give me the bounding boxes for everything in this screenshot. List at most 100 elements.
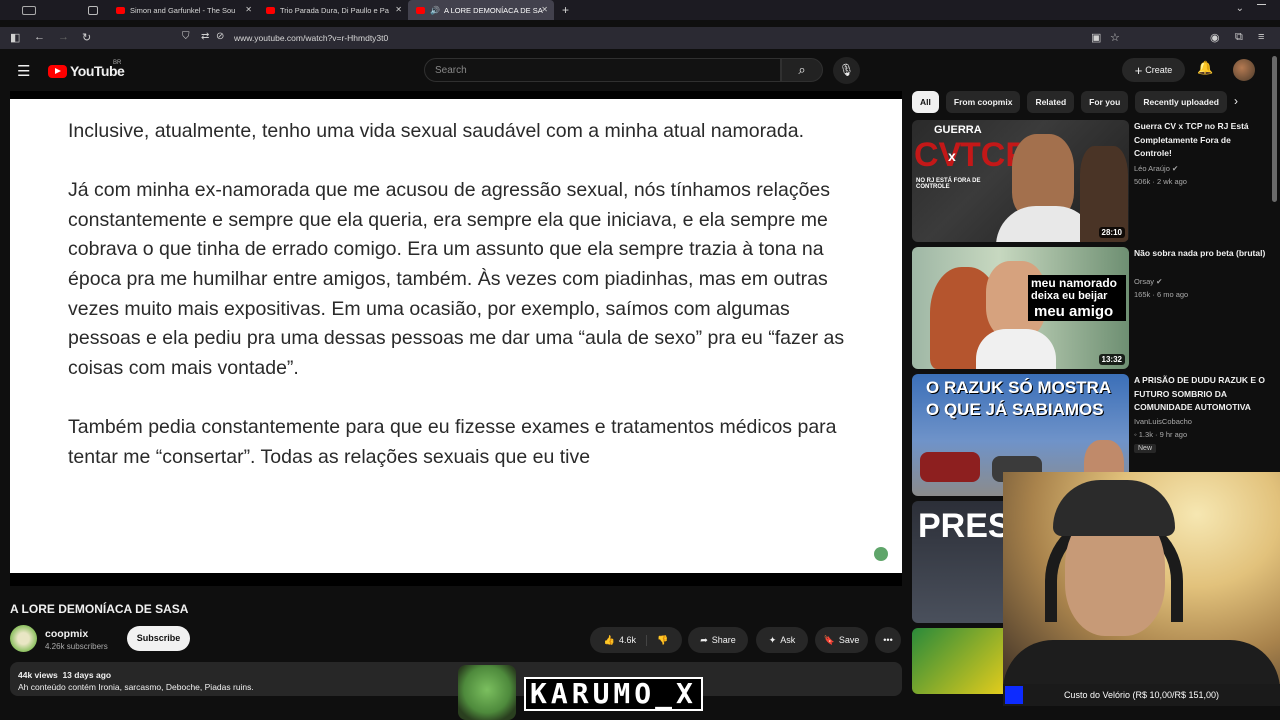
- plus-icon: +: [1134, 62, 1143, 78]
- upload-date: 13 days ago: [62, 670, 112, 680]
- share-button[interactable]: ➦ Share: [688, 627, 748, 653]
- create-button[interactable]: + Create: [1122, 58, 1185, 82]
- page-scrollbar[interactable]: [1272, 56, 1277, 202]
- recommended-channel[interactable]: Léo Araújo ✔: [1134, 164, 1178, 173]
- chevron-right-icon[interactable]: ›: [1234, 94, 1238, 108]
- save-label: Save: [838, 635, 860, 645]
- close-tab-icon[interactable]: ✕: [245, 5, 252, 14]
- duration-badge: 28:10: [1098, 227, 1125, 238]
- dislike-button[interactable]: 👎: [651, 635, 668, 646]
- sidebar-icon[interactable]: ◧: [10, 31, 20, 44]
- sparkle-icon: ✦: [768, 634, 777, 645]
- webcam-overlay: [1003, 472, 1280, 684]
- donation-progress-fill: [1005, 686, 1023, 704]
- thumbnail-shirt: [976, 329, 1056, 369]
- menu-icon[interactable]: ≡: [1258, 31, 1264, 43]
- verified-icon: ✔: [1156, 277, 1163, 286]
- chip-recently-uploaded[interactable]: Recently uploaded: [1135, 91, 1227, 113]
- url-bar[interactable]: www.youtube.com/watch?v=r-Hhmdty3t0: [234, 29, 1034, 47]
- bookmark-icon: 🔖: [823, 634, 835, 645]
- tracking-shield-icon[interactable]: ⛉: [182, 31, 190, 42]
- ask-label: Ask: [780, 635, 796, 645]
- banner-name: KARUMO_X: [524, 677, 703, 711]
- speaker-icon[interactable]: 🔊: [430, 6, 440, 15]
- thumbnail-text: O RAZUK SÓ MOSTRA: [926, 378, 1112, 397]
- chip-all[interactable]: All: [912, 91, 939, 113]
- url-text: www.youtube.com/watch?v=r-Hhmdty3t0: [234, 33, 389, 43]
- extensions-icon[interactable]: ⧉: [1235, 31, 1243, 44]
- recommended-channel[interactable]: IvanLuisCobacho: [1134, 417, 1192, 426]
- tab-simon-garfunkel[interactable]: Simon and Garfunkel - The Sou ✕: [108, 0, 258, 20]
- close-tab-icon[interactable]: ✕: [541, 5, 548, 14]
- ask-button[interactable]: ✦ Ask: [756, 627, 808, 653]
- minimize-icon[interactable]: [1257, 4, 1266, 5]
- chip-from-coopmix[interactable]: From coopmix: [945, 91, 1021, 113]
- hamburger-menu-icon[interactable]: ☰: [17, 62, 30, 80]
- voice-search-button[interactable]: 🎙: [833, 57, 860, 84]
- video-player[interactable]: Inclusive, atualmente, tenho uma vida se…: [10, 91, 902, 586]
- user-avatar[interactable]: [1233, 59, 1255, 81]
- notifications-bell-icon[interactable]: 🔔: [1197, 60, 1213, 76]
- new-tab-button[interactable]: +: [554, 0, 584, 20]
- like-count: 4.6k: [618, 635, 636, 645]
- plus-icon: +: [562, 3, 570, 17]
- like-button[interactable]: 👍 4.6k: [604, 634, 647, 646]
- reload-icon[interactable]: ↻: [82, 31, 91, 44]
- tab-trio-parada-dura[interactable]: Trio Parada Dura, Di Paullo e Pa ✕: [258, 0, 408, 20]
- autoplay-blocked-icon[interactable]: ⊘: [216, 31, 224, 42]
- picture-in-picture-icon[interactable]: ▣: [1091, 31, 1101, 44]
- create-label: Create: [1145, 65, 1173, 75]
- more-actions-button[interactable]: •••: [875, 627, 901, 653]
- tab-pinned[interactable]: [58, 0, 108, 20]
- chip-for-you[interactable]: For you: [1081, 91, 1129, 113]
- new-badge: New: [1134, 444, 1157, 453]
- thumbnail-caption-box: meu namorado deixa eu beijar meu amigo: [1028, 275, 1126, 321]
- tab-label: Trio Parada Dura, Di Paullo e Pa: [280, 5, 389, 15]
- thumbnail-text: meu amigo: [1034, 303, 1114, 320]
- youtube-favicon-icon: [266, 6, 275, 14]
- related-filter-chips: All From coopmix Related For you Recentl…: [912, 91, 1227, 113]
- search-button[interactable]: ⌕: [781, 58, 823, 82]
- recommended-video[interactable]: GUERRA CV x TCP NO RJ ESTÁ FORA DE CONTR…: [912, 120, 1272, 242]
- view-count: 44k views: [18, 670, 58, 680]
- recommended-title[interactable]: Não sobra nada pro beta (brutal): [1134, 247, 1268, 261]
- bookmark-star-icon[interactable]: ☆: [1110, 31, 1120, 44]
- tab-lore-demoniaca[interactable]: 🔊 A LORE DEMONÍACA DE SA ✕: [408, 0, 554, 20]
- channel-label: Orsay: [1134, 277, 1155, 286]
- slide-paragraph: Inclusive, atualmente, tenho uma vida se…: [68, 120, 805, 142]
- close-tab-icon[interactable]: ✕: [395, 5, 402, 14]
- channel-avatar[interactable]: [10, 625, 37, 652]
- tab-sidebar-toggle[interactable]: [0, 0, 58, 20]
- thumbnail-text: O QUE JÁ SABIAMOS: [926, 400, 1104, 419]
- channel-name[interactable]: coopmix: [45, 628, 88, 640]
- back-icon[interactable]: ←: [34, 31, 45, 43]
- tab-label: Simon and Garfunkel - The Sou: [130, 5, 236, 15]
- thumbnail-car: [920, 452, 980, 482]
- save-button[interactable]: 🔖 Save: [815, 627, 868, 653]
- chip-related[interactable]: Related: [1027, 91, 1075, 113]
- account-icon[interactable]: ◉: [1210, 31, 1220, 44]
- video-thumbnail[interactable]: GUERRA CV x TCP NO RJ ESTÁ FORA DE CONTR…: [912, 120, 1129, 242]
- search-icon: ⌕: [798, 62, 806, 77]
- browser-tab-bar: Simon and Garfunkel - The Sou ✕ Trio Par…: [0, 0, 1280, 20]
- subscribe-button[interactable]: Subscribe: [127, 626, 190, 651]
- recommended-title[interactable]: Guerra CV x TCP no RJ Está Completamente…: [1134, 120, 1268, 161]
- description-box[interactable]: 44k views 13 days ago Ah conteúdo contém…: [10, 662, 902, 696]
- video-thumbnail[interactable]: meu namorado deixa eu beijar meu amigo 1…: [912, 247, 1129, 369]
- tab-label: A LORE DEMONÍACA DE SA: [443, 5, 543, 15]
- duration-badge: 13:32: [1098, 354, 1125, 365]
- frog-mascot-icon: [458, 665, 516, 720]
- search-input[interactable]: Search: [424, 58, 781, 82]
- tab-list-chevron-icon[interactable]: ⌄: [1236, 3, 1244, 14]
- recommended-meta: ◦ 1.3k · 9 hr ago: [1134, 430, 1188, 439]
- youtube-play-logo-icon: [48, 64, 67, 78]
- screen: Simon and Garfunkel - The Sou ✕ Trio Par…: [0, 0, 1280, 720]
- tab-overview-icon: [22, 5, 36, 15]
- permissions-icon[interactable]: ⇄: [201, 31, 209, 42]
- recommended-channel[interactable]: Orsay ✔: [1134, 277, 1162, 286]
- recommended-title[interactable]: A PRISÃO DE DUDU RAZUK E O FUTURO SOMBRI…: [1134, 374, 1268, 415]
- thumbnail-text: x: [948, 148, 956, 164]
- forward-icon[interactable]: →: [58, 31, 69, 43]
- streamer-shirt: [1003, 640, 1280, 684]
- recommended-video[interactable]: meu namorado deixa eu beijar meu amigo 1…: [912, 247, 1272, 369]
